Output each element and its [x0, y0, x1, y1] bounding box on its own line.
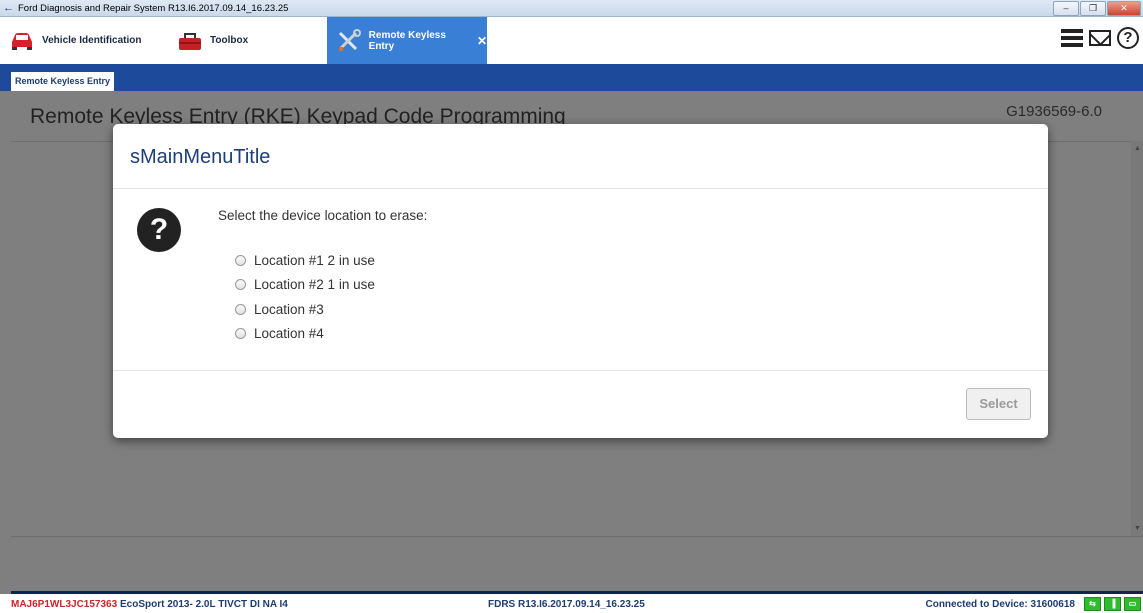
tab-remote-keyless-entry[interactable]: Remote Keyless Entry ✕	[327, 17, 487, 64]
dialog-header: sMainMenuTitle	[113, 124, 1048, 189]
connection-status: Connected to Device: 31600618	[925, 599, 1075, 610]
option-label: Location #4	[254, 326, 324, 342]
close-window-button[interactable]: ✕	[1107, 1, 1141, 16]
location-option-2[interactable]: Location #2 1 in use	[235, 273, 375, 298]
window-title: Ford Diagnosis and Repair System R13.I6.…	[18, 2, 289, 14]
vin-text: MAJ6P1WL3JC157363	[11, 599, 118, 610]
tab-toolbox[interactable]: Toolbox	[170, 17, 326, 64]
device-link-icon: ⇆	[1084, 597, 1101, 611]
toolbox-icon	[176, 29, 204, 53]
tab-label: Vehicle Identification	[42, 35, 142, 46]
vehicle-description: EcoSport 2013- 2.0L TIVCT DI NA I4	[120, 599, 288, 610]
option-label: Location #1 2 in use	[254, 252, 375, 268]
software-version: FDRS R13.I6.2017.09.14_16.23.25	[488, 599, 645, 610]
option-label: Location #3	[254, 301, 324, 317]
status-icons: ⇆ ▐ ▭	[1084, 597, 1141, 611]
status-bar: MAJ6P1WL3JC157363 EcoSport 2013- 2.0L TI…	[0, 594, 1143, 613]
location-option-4[interactable]: Location #4	[235, 322, 375, 347]
dialog-prompt: Select the device location to erase:	[218, 208, 428, 223]
radio-button[interactable]	[235, 254, 246, 266]
header-icons: ?	[1061, 27, 1139, 49]
main-tab-bar: Vehicle Identification Toolbox Remote Ke…	[0, 17, 1143, 64]
dialog-title: sMainMenuTitle	[130, 146, 271, 168]
help-icon[interactable]: ?	[1117, 27, 1139, 49]
select-button[interactable]: Select	[966, 388, 1031, 420]
question-icon: ?	[137, 208, 181, 252]
radio-button[interactable]	[235, 328, 246, 340]
radio-button[interactable]	[235, 279, 246, 291]
back-arrow-icon[interactable]: ←	[3, 2, 15, 14]
sub-navigation-bar: Remote Keyless Entry	[0, 64, 1143, 91]
tab-label: Remote Keyless Entry	[368, 29, 446, 52]
window-title-bar: ← Ford Diagnosis and Repair System R13.I…	[0, 0, 1143, 17]
erase-location-dialog: sMainMenuTitle ? Select the device locat…	[113, 124, 1048, 438]
signal-strength-icon: ▐	[1104, 597, 1121, 611]
close-tab-icon[interactable]: ✕	[477, 34, 487, 48]
tab-vehicle-identification[interactable]: Vehicle Identification	[0, 17, 166, 64]
menu-icon[interactable]	[1061, 29, 1083, 47]
subtab-remote-keyless-entry[interactable]: Remote Keyless Entry	[11, 72, 115, 91]
minimize-button[interactable]: –	[1053, 1, 1079, 16]
location-option-3[interactable]: Location #3	[235, 297, 375, 322]
option-label: Location #2 1 in use	[254, 277, 375, 293]
car-icon	[8, 29, 36, 53]
mail-icon[interactable]	[1089, 30, 1111, 46]
location-options: Location #1 2 in use Location #2 1 in us…	[235, 248, 375, 346]
tab-label: Toolbox	[210, 35, 249, 46]
radio-button[interactable]	[235, 303, 246, 315]
window-controls: – ❐ ✕	[1053, 1, 1141, 16]
dialog-footer-divider	[113, 370, 1048, 371]
location-option-1[interactable]: Location #1 2 in use	[235, 248, 375, 273]
maximize-button[interactable]: ❐	[1080, 1, 1106, 16]
battery-icon: ▭	[1124, 597, 1141, 611]
wrench-screwdriver-icon	[335, 28, 363, 53]
